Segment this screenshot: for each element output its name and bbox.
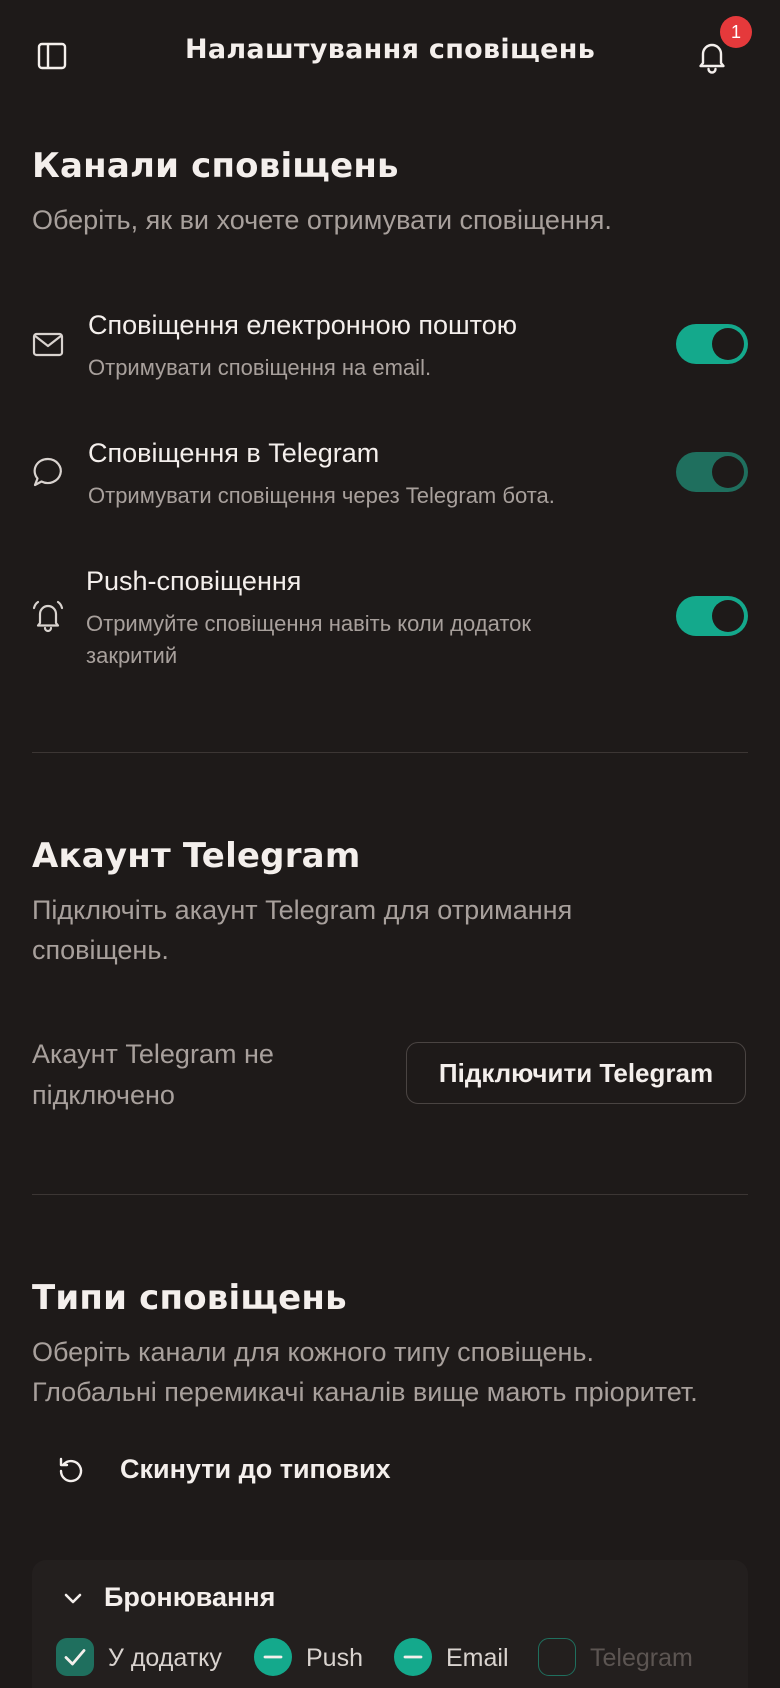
email-channel-title: Сповіщення електронною поштою xyxy=(88,310,517,340)
booking-push-label: Push xyxy=(306,1644,363,1672)
push-channel-toggle[interactable] xyxy=(676,596,748,636)
channels-section-title: Канали сповіщень xyxy=(32,146,399,186)
telegram-channel-description: Отримувати сповіщення через Telegram бот… xyxy=(88,483,555,508)
bell-ring-icon xyxy=(30,598,66,634)
section-divider xyxy=(32,752,748,753)
checkbox-checked xyxy=(56,1638,94,1676)
push-channel-description-line2: закритий xyxy=(86,643,178,668)
notification-types-subtitle-line1: Оберіть канали для кожного типу сповіщен… xyxy=(32,1337,594,1367)
telegram-connection-status: Акаунт Telegram не підключено xyxy=(32,1034,362,1116)
top-bar: Налаштування сповіщень 1 xyxy=(0,0,780,112)
mail-icon xyxy=(30,326,66,362)
reset-label: Скинути до типових xyxy=(120,1454,391,1484)
notification-settings-page: Налаштування сповіщень 1 Канали сповіщен… xyxy=(0,0,780,1688)
telegram-status-line2: підключено xyxy=(32,1080,175,1110)
telegram-status-line1: Акаунт Telegram не xyxy=(32,1039,274,1069)
booking-in-app-label: У додатку xyxy=(108,1644,222,1672)
telegram-account-section-title: Акаунт Telegram xyxy=(32,836,361,876)
notification-types-subtitle-line2: Глобальні перемикачі каналів вище мають … xyxy=(32,1377,698,1407)
checkbox-unchecked xyxy=(538,1638,576,1676)
chevron-down-icon[interactable] xyxy=(60,1586,86,1612)
checkbox-indeterminate xyxy=(394,1638,432,1676)
booking-category-title: Бронювання xyxy=(104,1582,276,1612)
email-channel-toggle[interactable] xyxy=(676,324,748,364)
email-channel-description: Отримувати сповіщення на email. xyxy=(88,355,432,380)
telegram-channel-toggle[interactable] xyxy=(676,452,748,492)
toggle-knob xyxy=(712,456,744,488)
toggle-knob xyxy=(712,328,744,360)
page-title: Налаштування сповіщень xyxy=(184,34,596,65)
toggle-knob xyxy=(712,600,744,632)
telegram-account-subtitle-line2: сповіщень. xyxy=(32,935,169,965)
chat-bubble-icon xyxy=(30,454,66,490)
channels-section-subtitle: Оберіть, як ви хочете отримувати сповіще… xyxy=(32,205,612,235)
notification-count-badge: 1 xyxy=(720,16,752,48)
checkbox-indeterminate xyxy=(254,1638,292,1676)
push-channel-description-line1: Отримуйте сповіщення навіть коли додаток xyxy=(86,611,532,636)
telegram-account-subtitle-line1: Підключіть акаунт Telegram для отримання xyxy=(32,895,573,925)
reset-icon xyxy=(54,1454,88,1488)
booking-telegram-label: Telegram xyxy=(590,1644,693,1672)
connect-telegram-button[interactable]: Підключити Telegram xyxy=(406,1042,746,1104)
section-divider xyxy=(32,1194,748,1195)
booking-email-label: Email xyxy=(446,1644,509,1672)
telegram-channel-title: Сповіщення в Telegram xyxy=(88,438,380,468)
push-channel-title: Push-сповіщення xyxy=(86,566,302,596)
notification-types-section-title: Типи сповіщень xyxy=(32,1278,347,1318)
